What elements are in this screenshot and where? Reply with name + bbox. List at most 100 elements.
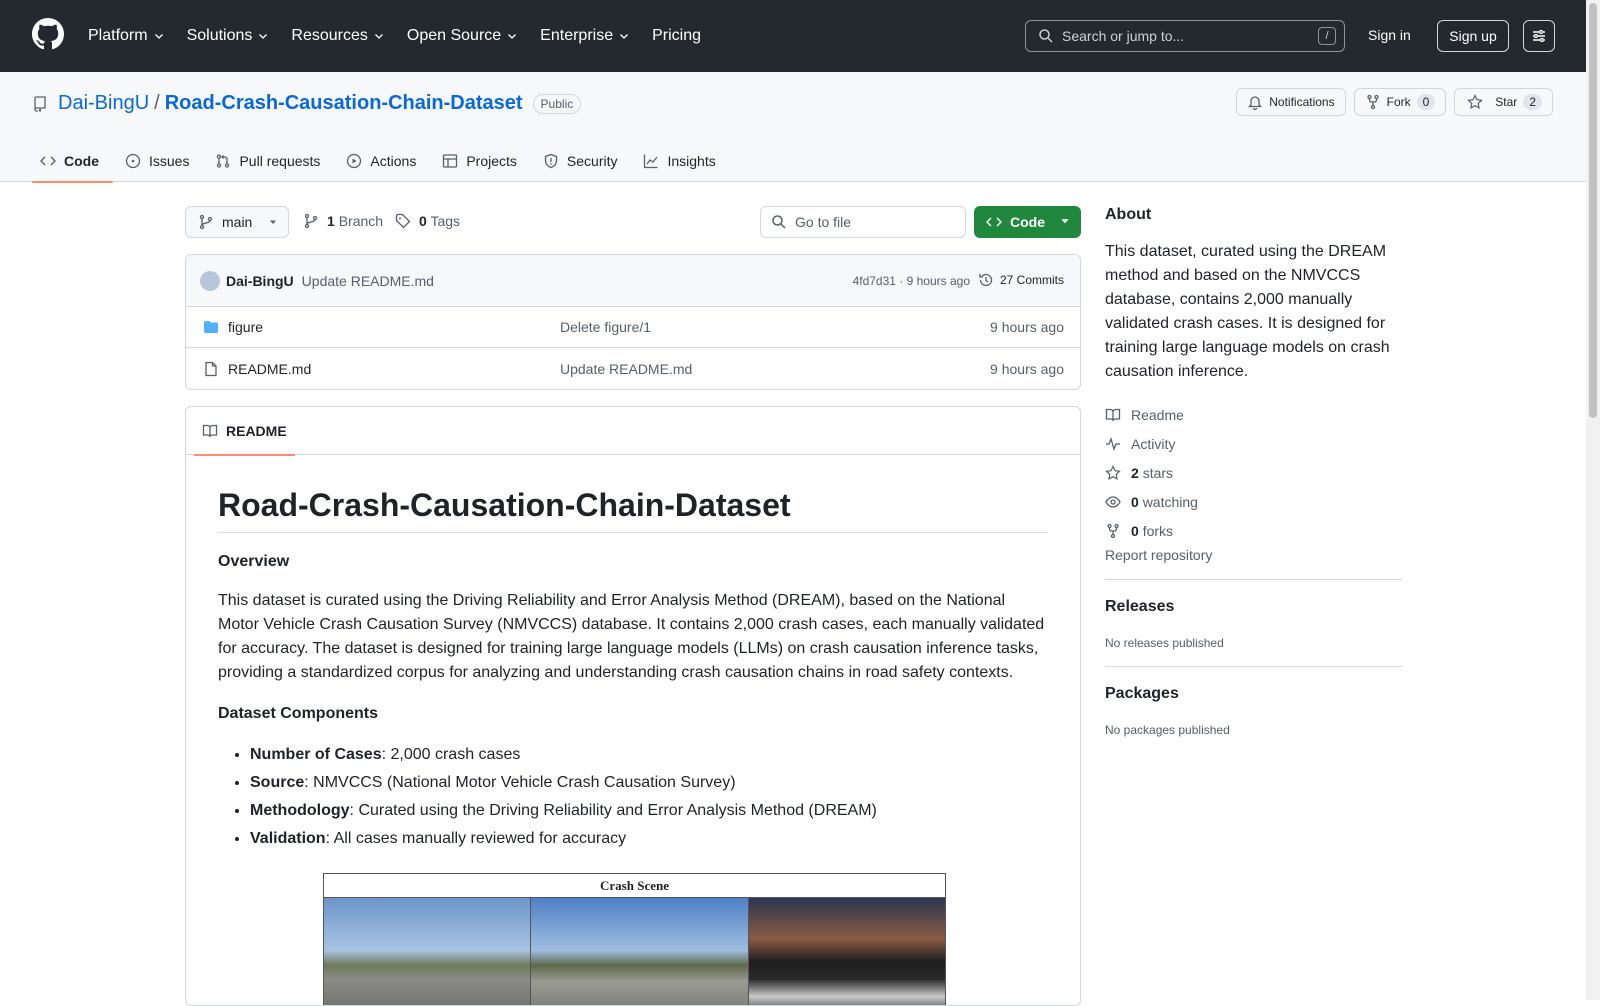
stars-count: 2 xyxy=(1131,464,1139,481)
tab-projects[interactable]: Projects xyxy=(434,140,531,182)
tab-label: Security xyxy=(566,153,618,169)
branch-icon xyxy=(199,214,213,230)
file-row-file[interactable]: README.md Update README.md 9 hours ago xyxy=(186,348,1080,389)
readme-tab[interactable]: README xyxy=(194,407,295,456)
nav-label: Pricing xyxy=(652,27,701,44)
releases-heading[interactable]: Releases xyxy=(1105,598,1402,616)
file-name-link[interactable]: figure xyxy=(228,319,263,335)
file-time: 9 hours ago xyxy=(990,319,1064,335)
avatar[interactable] xyxy=(200,270,220,291)
eye-icon xyxy=(1105,495,1121,508)
graph-icon xyxy=(644,154,658,169)
scene-photo-3 xyxy=(749,898,945,1005)
play-icon xyxy=(347,153,362,169)
github-logo-icon[interactable] xyxy=(32,18,64,50)
branch-count: 1 xyxy=(327,213,335,229)
list-item: Validation: All cases manually reviewed … xyxy=(250,825,1048,853)
file-row-folder[interactable]: figure Delete figure/1 9 hours ago xyxy=(186,307,1080,348)
search-input[interactable]: Search or jump to... / xyxy=(1025,20,1345,52)
global-header: Platform Solutions Resources Open Source… xyxy=(0,0,1586,72)
tab-pull-requests[interactable]: Pull requests xyxy=(207,140,334,182)
tab-code[interactable]: Code xyxy=(32,140,113,183)
issue-icon xyxy=(125,153,141,169)
go-to-file-input[interactable]: Go to file xyxy=(760,206,966,238)
tag-count: 0 xyxy=(419,213,427,229)
repo-icon xyxy=(34,95,46,112)
commit-meta[interactable]: 4fd7d31 · 9 hours ago xyxy=(853,274,970,288)
component-key: Validation xyxy=(250,830,326,847)
commit-author-link[interactable]: Dai-BingU xyxy=(226,273,294,289)
chevron-down-icon xyxy=(374,34,383,39)
notifications-button[interactable]: Notifications xyxy=(1236,88,1346,116)
sidebar: About This dataset, curated using the DR… xyxy=(1105,206,1402,737)
nav-platform[interactable]: Platform xyxy=(88,27,165,45)
menu-button[interactable] xyxy=(1523,20,1555,52)
nav-open-source[interactable]: Open Source xyxy=(407,27,518,45)
nav-pricing[interactable]: Pricing xyxy=(652,27,701,45)
overview-heading: Overview xyxy=(218,553,290,570)
file-icon xyxy=(205,361,217,376)
page-scrollbar[interactable] xyxy=(1586,0,1600,1000)
search-icon xyxy=(772,215,786,229)
search-icon xyxy=(1039,29,1053,43)
packages-section: Packages No packages published xyxy=(1105,666,1402,737)
watching-link[interactable]: 0 watching xyxy=(1105,487,1402,516)
file-name-link[interactable]: README.md xyxy=(228,361,311,377)
tab-label: Code xyxy=(64,153,99,169)
file-commit-message[interactable]: Delete figure/1 xyxy=(560,319,651,335)
tags-link[interactable]: 0 Tags xyxy=(419,213,460,229)
component-value: : All cases manually reviewed for accura… xyxy=(325,830,627,847)
chevron-down-icon xyxy=(259,34,268,39)
branch-select-button[interactable]: main xyxy=(185,206,289,238)
readme-panel: README Road-Crash-Causation-Chain-Datase… xyxy=(185,406,1081,1006)
tab-insights[interactable]: Insights xyxy=(635,140,729,182)
readme-link[interactable]: Readme xyxy=(1105,400,1402,429)
star-button[interactable]: Star 2 xyxy=(1454,88,1553,116)
sign-up-button[interactable]: Sign up xyxy=(1437,20,1509,52)
star-count: 2 xyxy=(1523,94,1542,110)
repo-name-link[interactable]: Road-Crash-Causation-Chain-Dataset xyxy=(165,92,523,115)
caret-down-icon xyxy=(1061,219,1069,224)
commits-count: 27 Commits xyxy=(999,273,1064,287)
branches-link[interactable]: 1 Branch xyxy=(327,213,383,229)
caret-down-icon xyxy=(270,220,277,224)
visibility-badge: Public xyxy=(532,93,582,114)
component-key: Methodology xyxy=(250,802,350,819)
commits-link[interactable]: 27 Commits xyxy=(978,272,1064,288)
search-placeholder: Search or jump to... xyxy=(1062,28,1185,44)
tab-issues[interactable]: Issues xyxy=(117,140,203,182)
nav-enterprise[interactable]: Enterprise xyxy=(540,27,630,45)
tag-icon xyxy=(395,213,411,229)
fork-icon xyxy=(1107,523,1119,538)
stars-link[interactable]: 2 stars xyxy=(1105,458,1402,487)
sign-in-link[interactable]: Sign in xyxy=(1368,27,1411,43)
commit-message-link[interactable]: Update README.md xyxy=(302,273,434,289)
component-value: : Curated using the Driving Reliability … xyxy=(349,802,877,819)
watching-label: watching xyxy=(1142,493,1198,510)
figure-images xyxy=(324,898,945,1005)
code-button-label: Code xyxy=(1010,214,1045,230)
nav-resources[interactable]: Resources xyxy=(291,27,384,45)
tab-security[interactable]: Security xyxy=(535,140,632,182)
fork-button[interactable]: Fork 0 xyxy=(1353,88,1447,116)
repo-owner-link[interactable]: Dai-BingU xyxy=(58,92,149,115)
book-icon xyxy=(202,424,218,438)
report-repository-link[interactable]: Report repository xyxy=(1105,547,1402,563)
file-commit-message[interactable]: Update README.md xyxy=(560,361,692,377)
nav-label: Open Source xyxy=(406,27,502,44)
code-button[interactable]: Code xyxy=(974,206,1081,238)
shield-icon xyxy=(544,153,558,169)
notifications-label: Notifications xyxy=(1269,95,1335,109)
chevron-down-icon xyxy=(154,34,163,39)
global-nav: Platform Solutions Resources Open Source… xyxy=(88,0,723,72)
scrollbar-thumb[interactable] xyxy=(1589,3,1597,418)
latest-commit-row: Dai-BingU Update README.md 4fd7d31 · 9 h… xyxy=(186,255,1080,307)
repo-title: Dai-BingU / Road-Crash-Causation-Chain-D… xyxy=(32,92,582,115)
activity-link[interactable]: Activity xyxy=(1105,429,1402,458)
tab-actions[interactable]: Actions xyxy=(338,140,430,182)
packages-heading[interactable]: Packages xyxy=(1105,685,1402,703)
tag-label: Tags xyxy=(430,213,461,229)
forks-link[interactable]: 0 forks xyxy=(1105,516,1402,545)
components-heading: Dataset Components xyxy=(218,705,379,722)
nav-solutions[interactable]: Solutions xyxy=(187,27,270,45)
